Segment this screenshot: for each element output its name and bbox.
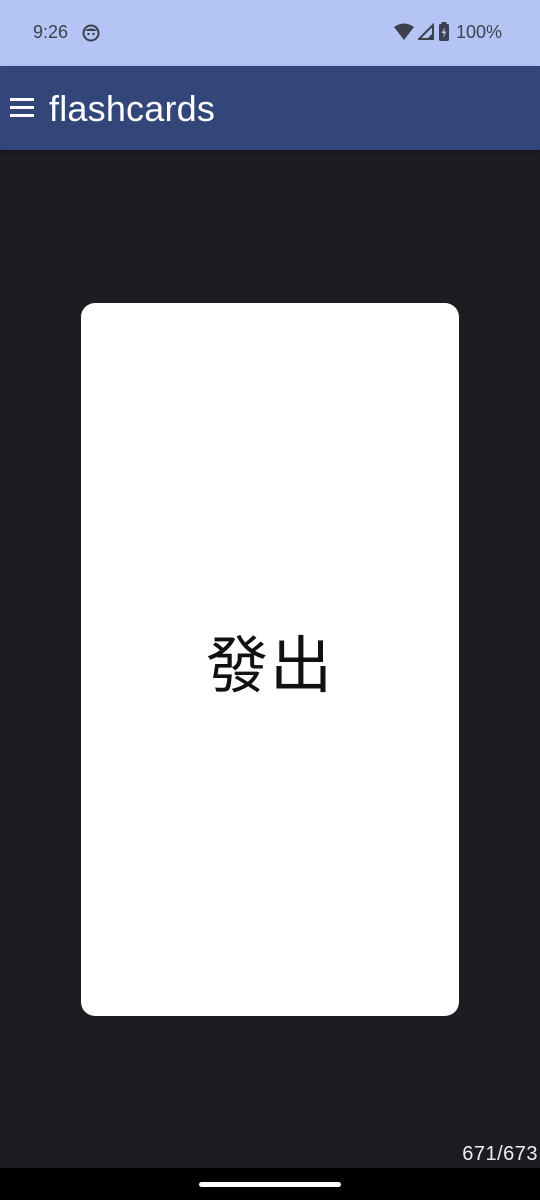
status-icons: 100% — [393, 20, 502, 44]
card-counter: 671/673 — [462, 1143, 538, 1165]
app-title: flashcards — [49, 88, 216, 129]
flashcard[interactable]: 發出 — [81, 303, 459, 1016]
wifi-icon — [393, 23, 414, 40]
home-gesture-handle[interactable] — [199, 1182, 341, 1187]
status-time: 9:26 — [33, 22, 69, 42]
hamburger-menu-icon[interactable] — [8, 94, 36, 122]
flashcard-front-text: 發出 — [205, 628, 334, 702]
signal-icon — [417, 23, 434, 40]
navigation-bar — [0, 1168, 540, 1200]
app-bar: flashcards — [0, 66, 540, 150]
battery-charging-icon — [438, 22, 449, 41]
face-icon — [82, 24, 100, 42]
battery-percent: 100% — [455, 21, 502, 42]
app-screen: 9:26 100% flashcards 發出 671/673 — [0, 0, 540, 1200]
status-bar: 9:26 100% — [0, 0, 540, 66]
